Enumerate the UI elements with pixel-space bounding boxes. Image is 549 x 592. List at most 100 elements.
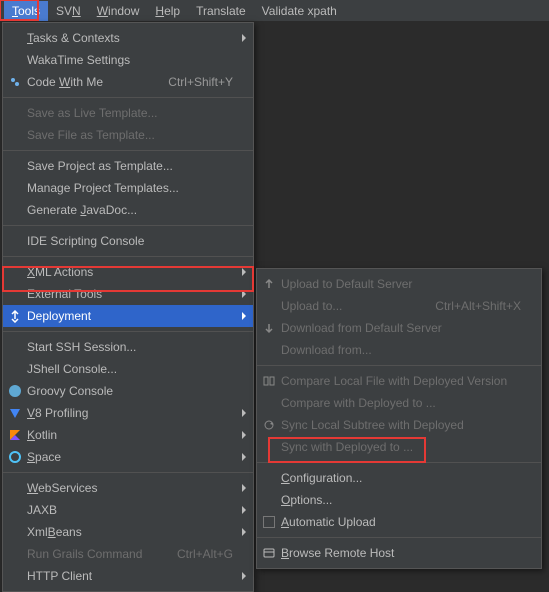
menu-item-groovy-console[interactable]: Groovy Console (3, 380, 253, 402)
menu-item-label: Upload to... (281, 299, 342, 313)
menu-item-download-from: Download from... (257, 339, 541, 361)
submenu-arrow-icon (241, 452, 247, 462)
menu-item-save-as-live-template: Save as Live Template... (3, 102, 253, 124)
menu-item-webservices[interactable]: WebServices (3, 477, 253, 499)
menu-item-label: Compare with Deployed to ... (281, 396, 436, 410)
menu-item-label: Code With Me (27, 75, 103, 89)
menu-item-ide-scripting-console[interactable]: IDE Scripting Console (3, 230, 253, 252)
menu-item-xml-actions[interactable]: XML Actions (3, 261, 253, 283)
menu-item-kotlin[interactable]: Kotlin (3, 424, 253, 446)
menu-item-http-client[interactable]: HTTP Client (3, 565, 253, 587)
menu-item-jshell-console[interactable]: JShell Console... (3, 358, 253, 380)
menu-item-label: Sync Local Subtree with Deployed (281, 418, 464, 432)
menu-item-label: Save as Live Template... (27, 106, 158, 120)
sync-icon (262, 418, 276, 432)
menu-item-sync-with-deployed-to: Sync with Deployed to ... (257, 436, 541, 458)
menu-item-wakatime-settings[interactable]: WakaTime Settings (3, 49, 253, 71)
menu-item-label: Start SSH Session... (27, 340, 136, 354)
submenu-arrow-icon (241, 289, 247, 299)
tools-dropdown: Tasks & Contexts WakaTime Settings Code Wi… (2, 22, 254, 592)
submenu-arrow-icon (241, 311, 247, 321)
menu-item-deployment[interactable]: Deployment (3, 305, 253, 327)
menu-item-manage-project-templates[interactable]: Manage Project Templates... (3, 177, 253, 199)
menu-item-label: Kotlin (27, 428, 57, 442)
menu-item-label: Download from Default Server (281, 321, 442, 335)
menu-item-browse-remote-host[interactable]: Browse Remote Host (257, 542, 541, 564)
download-icon (262, 321, 276, 335)
menu-item-label: XML Actions (27, 265, 93, 279)
menu-item-xmlbeans[interactable]: XmlBeans (3, 521, 253, 543)
shortcut: Ctrl+Alt+Shift+X (435, 299, 521, 313)
menu-item-label: HTTP Client (27, 569, 92, 583)
menu-item-external-tools[interactable]: External Tools (3, 283, 253, 305)
menu-item-label: Compare Local File with Deployed Version (281, 374, 507, 388)
separator (3, 150, 253, 151)
menu-item-space[interactable]: Space (3, 446, 253, 468)
menu-item-options[interactable]: Options... (257, 489, 541, 511)
menu-item-label: Save File as Template... (27, 128, 155, 142)
groovy-icon (8, 384, 22, 398)
menu-item-label: Tasks & Contexts (27, 31, 120, 45)
menu-item-label: Sync with Deployed to ... (281, 440, 413, 454)
menu-item-generate-javadoc[interactable]: Generate JavaDoc... (3, 199, 253, 221)
menu-item-label: IDE Scripting Console (27, 234, 144, 248)
separator (257, 462, 541, 463)
menubar: ToolsSVNWindowHelpTranslateValidate xpat… (0, 0, 549, 22)
shortcut: Ctrl+Alt+G (177, 547, 233, 561)
deployment-icon (8, 309, 22, 323)
menu-item-save-project-as-template[interactable]: Save Project as Template... (3, 155, 253, 177)
menu-item-label: JAXB (27, 503, 57, 517)
browse-host-icon (262, 546, 276, 560)
menu-item-v8-profiling[interactable]: V8 Profiling (3, 402, 253, 424)
menu-item-code-with-me[interactable]: Code With Me Ctrl+Shift+Y (3, 71, 253, 93)
v8-icon (8, 406, 22, 420)
menu-item-label: Save Project as Template... (27, 159, 173, 173)
space-icon (8, 450, 22, 464)
submenu-arrow-icon (241, 505, 247, 515)
menu-item-label: Groovy Console (27, 384, 113, 398)
menubar-item-validate-xpath[interactable]: Validate xpath (254, 1, 345, 21)
menu-item-sync-local-subtree-with-deployed: Sync Local Subtree with Deployed (257, 414, 541, 436)
menubar-item-help[interactable]: Help (147, 1, 188, 21)
menu-item-run-grails-command: Run Grails Command Ctrl+Alt+G (3, 543, 253, 565)
kotlin-icon (8, 428, 22, 442)
menu-item-automatic-upload[interactable]: Automatic Upload (257, 511, 541, 533)
submenu-arrow-icon (241, 571, 247, 581)
menu-item-label: V8 Profiling (27, 406, 88, 420)
menu-item-tasks-contexts[interactable]: Tasks & Contexts (3, 27, 253, 49)
menu-item-jaxb[interactable]: JAXB (3, 499, 253, 521)
menubar-item-translate[interactable]: Translate (188, 1, 254, 21)
menubar-item-window[interactable]: Window (89, 1, 148, 21)
separator (3, 225, 253, 226)
menu-item-start-ssh-session[interactable]: Start SSH Session... (3, 336, 253, 358)
menu-item-upload-to: Upload to... Ctrl+Alt+Shift+X (257, 295, 541, 317)
menu-item-label: Run Grails Command (27, 547, 142, 561)
menu-item-upload-to-default-server: Upload to Default Server (257, 273, 541, 295)
upload-icon (262, 277, 276, 291)
submenu-arrow-icon (241, 408, 247, 418)
menu-item-compare-local-file-with-deployed-version: Compare Local File with Deployed Version (257, 370, 541, 392)
compare-icon (262, 374, 276, 388)
menubar-item-svn[interactable]: SVN (48, 1, 89, 21)
menubar-item-tools[interactable]: Tools (4, 1, 48, 21)
menu-item-label: Upload to Default Server (281, 277, 412, 291)
submenu-arrow-icon (241, 33, 247, 43)
separator (3, 256, 253, 257)
separator (3, 472, 253, 473)
separator (257, 537, 541, 538)
menu-item-label: XmlBeans (27, 525, 82, 539)
menu-item-label: WebServices (27, 481, 97, 495)
menu-item-download-from-default-server: Download from Default Server (257, 317, 541, 339)
menu-item-label: JShell Console... (27, 362, 117, 376)
menu-item-configuration[interactable]: Configuration... (257, 467, 541, 489)
submenu-arrow-icon (241, 483, 247, 493)
menu-item-label: WakaTime Settings (27, 53, 130, 67)
menu-item-label: Generate JavaDoc... (27, 203, 137, 217)
menu-item-label: Manage Project Templates... (27, 181, 179, 195)
menu-item-label: External Tools (27, 287, 102, 301)
shortcut: Ctrl+Shift+Y (168, 75, 233, 89)
menu-item-label: Download from... (281, 343, 372, 357)
submenu-arrow-icon (241, 430, 247, 440)
submenu-arrow-icon (241, 527, 247, 537)
code-with-me-icon (8, 75, 22, 89)
